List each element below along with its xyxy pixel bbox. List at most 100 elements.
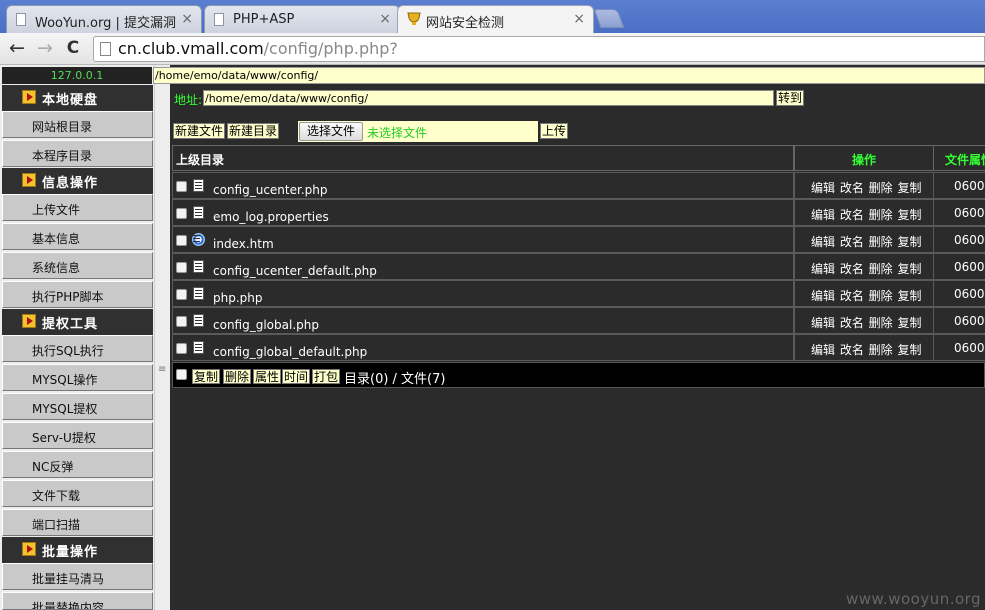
file-name-link[interactable]: config_ucenter_default.php [213, 264, 377, 278]
sidebar-item-port-scan[interactable]: 端口扫描 [2, 509, 153, 536]
attributes-button[interactable]: 属性 [253, 369, 282, 384]
file-actions[interactable]: 编辑 改名 删除 复制 [811, 179, 921, 196]
sidebar-item-system-info[interactable]: 系统信息 [2, 252, 153, 279]
file-actions[interactable]: 编辑 改名 删除 复制 [811, 206, 921, 223]
sidebar-item-upload[interactable]: 上传文件 [2, 194, 153, 221]
sidebar-item-label: 系统信息 [32, 261, 81, 275]
file-name-link[interactable]: config_global.php [213, 318, 319, 332]
file-name-link[interactable]: index.htm [213, 237, 274, 251]
no-file-selected-text: 未选择文件 [367, 126, 428, 140]
file-permission[interactable]: 0600 [954, 341, 985, 355]
parent-dir-header[interactable]: 上级目录 [172, 145, 794, 171]
file-name-link[interactable]: config_ucenter.php [213, 183, 328, 197]
tab-wooyun[interactable]: WooYun.org | 提交漏洞 × [6, 5, 202, 33]
sidebar-item-mysql-ops[interactable]: MYSQL操作 [2, 364, 153, 391]
file-permission[interactable]: 0600 [954, 233, 985, 247]
file-name-link[interactable]: config_global_default.php [213, 345, 367, 359]
upload-button[interactable]: 上传 [540, 123, 569, 139]
file-cell: config_global_default.php [172, 334, 794, 361]
sidebar-item-label: 批量替换内容 [32, 601, 105, 610]
trophy-icon [406, 12, 422, 26]
close-icon[interactable]: × [379, 11, 391, 27]
forward-icon[interactable]: → [34, 37, 56, 59]
table-row: emo_log.properties 编辑 改名 删除 复制 0600 [172, 199, 985, 226]
file-permission[interactable]: 0600 [954, 314, 985, 328]
sidebar-item-program-dir[interactable]: 本程序目录 [2, 140, 153, 167]
file-cell: emo_log.properties [172, 199, 794, 226]
frame-divider[interactable] [154, 65, 170, 610]
text-file-icon [193, 314, 204, 327]
sidebar-item-mysql-escalate[interactable]: MYSQL提权 [2, 393, 153, 420]
sidebar-item-batch-replace[interactable]: 批量替换内容 [2, 592, 153, 610]
address-bar[interactable]: cn.club.vmall.com/config/php.php? [93, 36, 985, 62]
file-name-link[interactable]: emo_log.properties [213, 210, 329, 224]
close-icon[interactable]: × [573, 11, 585, 27]
section-title: 本地硬盘 [42, 93, 99, 108]
file-permission[interactable]: 0600 [954, 206, 985, 220]
file-actions[interactable]: 编辑 改名 删除 复制 [811, 314, 921, 331]
reload-icon[interactable]: C [62, 37, 84, 59]
text-file-icon [193, 287, 204, 300]
copy-button[interactable]: 复制 [192, 369, 221, 384]
file-permission[interactable]: 0600 [954, 287, 985, 301]
current-path-text: /home/emo/data/www/config/ [155, 69, 319, 82]
sidebar-item-batch-trojan[interactable]: 批量挂马清马 [2, 563, 153, 590]
row-checkbox[interactable] [176, 208, 187, 219]
address-input[interactable]: /home/emo/data/www/config/ [203, 90, 774, 106]
sidebar-section-privilege: 提权工具 [2, 309, 153, 335]
text-file-icon [193, 206, 204, 219]
sidebar-item-label: NC反弹 [32, 460, 74, 474]
folder-icon [22, 90, 36, 104]
file-name-link[interactable]: php.php [213, 291, 263, 305]
select-all-checkbox[interactable] [176, 369, 187, 380]
sidebar-item-nc-reverse[interactable]: NC反弹 [2, 451, 153, 478]
file-permission[interactable]: 0600 [954, 260, 985, 274]
table-row: config_global_default.php 编辑 改名 删除 复制 06… [172, 334, 985, 361]
sidebar-item-label: MYSQL操作 [32, 373, 98, 387]
ops-column-header: 操作 [794, 145, 934, 171]
close-icon[interactable]: × [181, 11, 193, 27]
sidebar-item-web-root[interactable]: 网站根目录 [2, 111, 153, 138]
sidebar-item-servu[interactable]: Serv-U提权 [2, 422, 153, 449]
sidebar-item-label: 批量挂马清马 [32, 572, 105, 586]
row-checkbox[interactable] [176, 235, 187, 246]
time-button[interactable]: 时间 [282, 369, 311, 384]
sidebar-item-exec-php[interactable]: 执行PHP脚本 [2, 281, 153, 308]
url-text: cn.club.vmall.com/config/php.php? [118, 39, 398, 58]
sidebar-section-info: 信息操作 [2, 168, 153, 194]
sidebar-item-basic-info[interactable]: 基本信息 [2, 223, 153, 250]
sidebar-item-file-download[interactable]: 文件下载 [2, 480, 153, 507]
file-actions[interactable]: 编辑 改名 删除 复制 [811, 233, 921, 250]
sidebar-item-label: 执行SQL执行 [32, 344, 104, 358]
current-path-bar: /home/emo/data/www/config/ [153, 67, 985, 84]
sidebar-item-exec-sql[interactable]: 执行SQL执行 [2, 335, 153, 362]
drag-handle-icon[interactable]: ≡ [158, 364, 166, 375]
row-checkbox[interactable] [176, 289, 187, 300]
file-actions[interactable]: 编辑 改名 删除 复制 [811, 287, 921, 304]
choose-file-button[interactable]: 选择文件 [299, 122, 363, 141]
row-checkbox[interactable] [176, 316, 187, 327]
back-icon[interactable]: ← [6, 37, 28, 59]
delete-button[interactable]: 删除 [223, 369, 252, 384]
new-directory-button[interactable]: 新建目录 [227, 123, 280, 139]
section-title: 批量操作 [42, 545, 99, 560]
tab-site-scan[interactable]: 网站安全检测 × [397, 5, 594, 33]
ie-html-icon [192, 233, 205, 246]
section-title: 信息操作 [42, 176, 99, 191]
new-file-button[interactable]: 新建文件 [173, 123, 226, 139]
row-checkbox[interactable] [176, 262, 187, 273]
pack-button[interactable]: 打包 [312, 369, 341, 384]
sidebar-item-label: 执行PHP脚本 [32, 290, 104, 304]
file-permission[interactable]: 0600 [954, 179, 985, 193]
goto-button[interactable]: 转到 [776, 90, 805, 106]
row-checkbox[interactable] [176, 181, 187, 192]
ops-cell: 编辑 改名 删除 复制 [794, 199, 934, 226]
parent-dir-link[interactable]: 上级目录 [176, 151, 224, 168]
file-actions[interactable]: 编辑 改名 删除 复制 [811, 341, 921, 358]
batch-action-bar: 复制 删除 属性 时间 打包 目录(0) / 文件(7) [172, 362, 985, 388]
row-checkbox[interactable] [176, 343, 187, 354]
text-file-icon [193, 260, 204, 273]
tab-php-asp[interactable]: PHP+ASP × [204, 5, 400, 33]
file-actions[interactable]: 编辑 改名 删除 复制 [811, 260, 921, 277]
tab-label: 网站安全检测 [426, 16, 505, 31]
